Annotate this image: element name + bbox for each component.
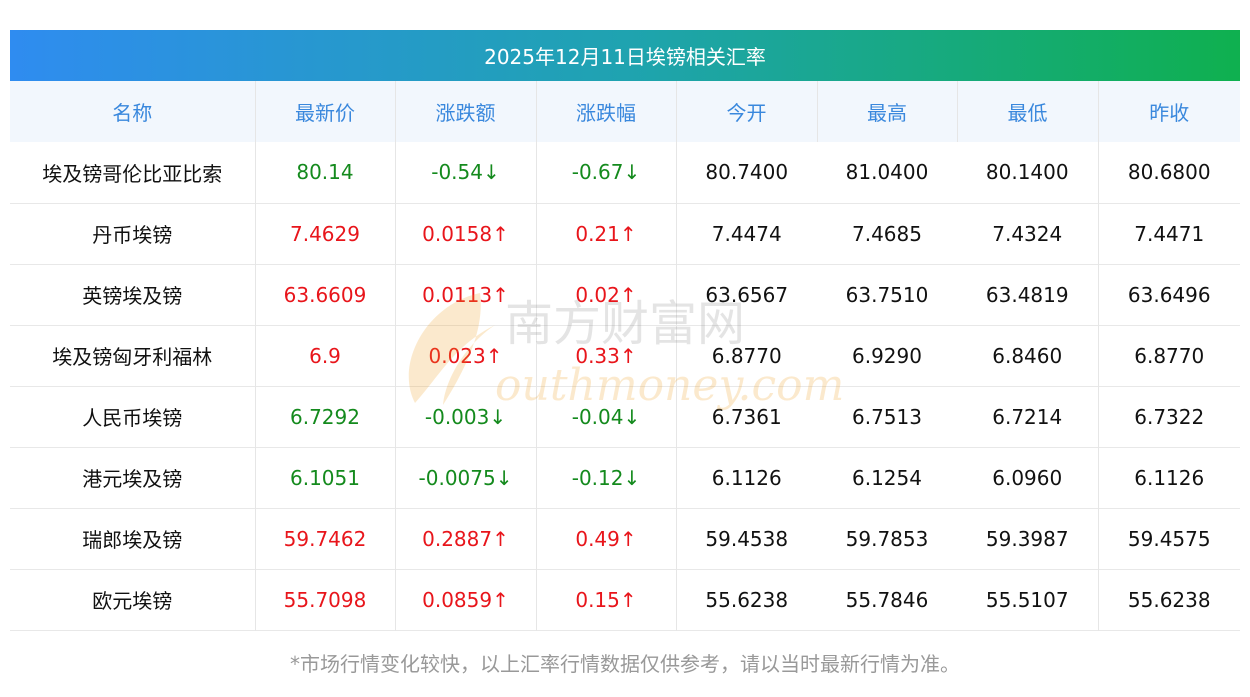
name-cell: 埃及镑哥伦比亚比索 bbox=[10, 142, 256, 203]
header-low: 最低 bbox=[957, 81, 1099, 142]
open-cell: 55.6238 bbox=[705, 587, 789, 612]
change-cell: 0.023↑ bbox=[395, 325, 537, 386]
header-change-pct: 涨跌幅 bbox=[536, 81, 677, 142]
open-cell: 59.4538 bbox=[705, 526, 789, 551]
high-cell: 6.1254 bbox=[852, 465, 922, 490]
high-cell: 6.7513 bbox=[852, 404, 922, 429]
table-title: 2025年12月11日埃镑相关汇率 bbox=[10, 30, 1240, 81]
latest-cell: 6.9 bbox=[255, 325, 396, 386]
change-pct-cell: 0.21↑ bbox=[536, 203, 677, 264]
latest-cell: 6.7292 bbox=[255, 386, 396, 447]
table-row: 人民币埃镑 6.7292 -0.003↓ -0.04↓ 6.7361 6.7513 6.72… bbox=[10, 386, 1240, 447]
change-cell: 0.0859↑ bbox=[395, 569, 537, 630]
header-open: 今开 bbox=[676, 81, 818, 142]
high-cell: 63.7510 bbox=[845, 282, 929, 307]
header-high: 最高 bbox=[817, 81, 958, 142]
change-pct-cell: 0.33↑ bbox=[536, 325, 677, 386]
name-cell: 英镑埃及镑 bbox=[10, 264, 256, 325]
table-row: 埃及镑哥伦比亚比索 80.14 -0.54↓ -0.67↓ 80.7400 81.0400… bbox=[10, 142, 1240, 203]
name-cell: 埃及镑匈牙利福林 bbox=[10, 325, 256, 386]
table-row: 港元埃及镑 6.1051 -0.0075↓ -0.12↓ 6.1126 6.1254 6.0… bbox=[10, 447, 1240, 508]
prev-close-cell: 59.4575 bbox=[1127, 526, 1211, 551]
change-cell: -0.0075↓ bbox=[395, 447, 537, 508]
change-pct-cell: -0.12↓ bbox=[536, 447, 677, 508]
change-pct-cell: 0.15↑ bbox=[536, 569, 677, 630]
change-cell: 0.2887↑ bbox=[395, 508, 537, 569]
latest-cell: 59.7462 bbox=[255, 508, 396, 569]
header-change: 涨跌额 bbox=[395, 81, 537, 142]
low-cell: 7.4324 bbox=[957, 203, 1099, 264]
prev-close-cell: 6.1126 bbox=[1134, 465, 1205, 490]
open-cell: 6.8770 bbox=[711, 343, 782, 368]
prev-close-cell: 6.8770 bbox=[1134, 343, 1205, 368]
change-cell: -0.54↓ bbox=[395, 142, 537, 203]
low-cell: 80.1400 bbox=[957, 142, 1099, 203]
table-row: 埃及镑匈牙利福林 6.9 0.023↑ 0.33↑ 6.8770 6.9290 6.8460… bbox=[10, 325, 1240, 386]
prev-close-cell: 6.7322 bbox=[1134, 404, 1205, 429]
high-cell: 55.7846 bbox=[845, 587, 929, 612]
header-name: 名称 bbox=[10, 81, 256, 142]
latest-cell: 6.1051 bbox=[255, 447, 396, 508]
low-cell: 63.4819 bbox=[957, 264, 1099, 325]
change-pct-cell: 0.02↑ bbox=[536, 264, 677, 325]
prev-close-cell: 80.6800 bbox=[1127, 160, 1211, 185]
low-cell: 6.7214 bbox=[957, 386, 1099, 447]
change-cell: 0.0113↑ bbox=[395, 264, 537, 325]
change-pct-cell: -0.04↓ bbox=[536, 386, 677, 447]
name-cell: 瑞郎埃及镑 bbox=[10, 508, 256, 569]
low-cell: 6.8460 bbox=[957, 325, 1099, 386]
high-cell: 81.0400 bbox=[845, 160, 929, 185]
low-cell: 6.0960 bbox=[957, 447, 1099, 508]
header-latest: 最新价 bbox=[255, 81, 396, 142]
table-header-row: 名称 最新价 涨跌额 涨跌幅 今开 最高 最低 昨收 bbox=[10, 81, 1240, 142]
table-row: 英镑埃及镑 63.6609 0.0113↑ 0.02↑ 63.6567 63.7510 63… bbox=[10, 264, 1240, 325]
open-cell: 6.7361 bbox=[711, 404, 782, 429]
low-cell: 59.3987 bbox=[957, 508, 1099, 569]
open-cell: 7.4474 bbox=[711, 221, 782, 246]
table-row: 瑞郎埃及镑 59.7462 0.2887↑ 0.49↑ 59.4538 59.7853 59… bbox=[10, 508, 1240, 569]
name-cell: 丹币埃镑 bbox=[10, 203, 256, 264]
high-cell: 59.7853 bbox=[845, 526, 929, 551]
high-cell: 6.9290 bbox=[852, 343, 922, 368]
prev-close-cell: 63.6496 bbox=[1127, 282, 1211, 307]
disclaimer-note: *市场行情变化较快，以上汇率行情数据仅供参考，请以当时最新行情为准。 bbox=[290, 652, 960, 676]
open-cell: 80.7400 bbox=[705, 160, 789, 185]
table-row: 丹币埃镑 7.4629 0.0158↑ 0.21↑ 7.4474 7.4685 7.4324… bbox=[10, 203, 1240, 264]
latest-cell: 7.4629 bbox=[255, 203, 396, 264]
rate-table: 名称 最新价 涨跌额 涨跌幅 今开 最高 最低 昨收 埃及镑哥伦比亚比索 80.1… bbox=[10, 81, 1240, 631]
change-pct-cell: 0.49↑ bbox=[536, 508, 677, 569]
name-cell: 欧元埃镑 bbox=[10, 569, 256, 630]
prev-close-cell: 55.6238 bbox=[1127, 587, 1211, 612]
header-prev-close: 昨收 bbox=[1149, 101, 1190, 125]
table-row: 欧元埃镑 55.7098 0.0859↑ 0.15↑ 55.6238 55.7846 55.… bbox=[10, 569, 1240, 630]
latest-cell: 55.7098 bbox=[255, 569, 396, 630]
latest-cell: 80.14 bbox=[255, 142, 396, 203]
high-cell: 7.4685 bbox=[852, 221, 922, 246]
open-cell: 63.6567 bbox=[705, 282, 789, 307]
open-cell: 6.1126 bbox=[711, 465, 782, 490]
latest-cell: 63.6609 bbox=[255, 264, 396, 325]
name-cell: 港元埃及镑 bbox=[10, 447, 256, 508]
change-cell: 0.0158↑ bbox=[395, 203, 537, 264]
prev-close-cell: 7.4471 bbox=[1134, 221, 1205, 246]
low-cell: 55.5107 bbox=[957, 569, 1099, 630]
name-cell: 人民币埃镑 bbox=[10, 386, 256, 447]
change-cell: -0.003↓ bbox=[395, 386, 537, 447]
change-pct-cell: -0.67↓ bbox=[536, 142, 677, 203]
rate-table-panel: 2025年12月11日埃镑相关汇率 名称 最新价 涨跌额 涨跌幅 今开 最高 最… bbox=[10, 30, 1240, 631]
